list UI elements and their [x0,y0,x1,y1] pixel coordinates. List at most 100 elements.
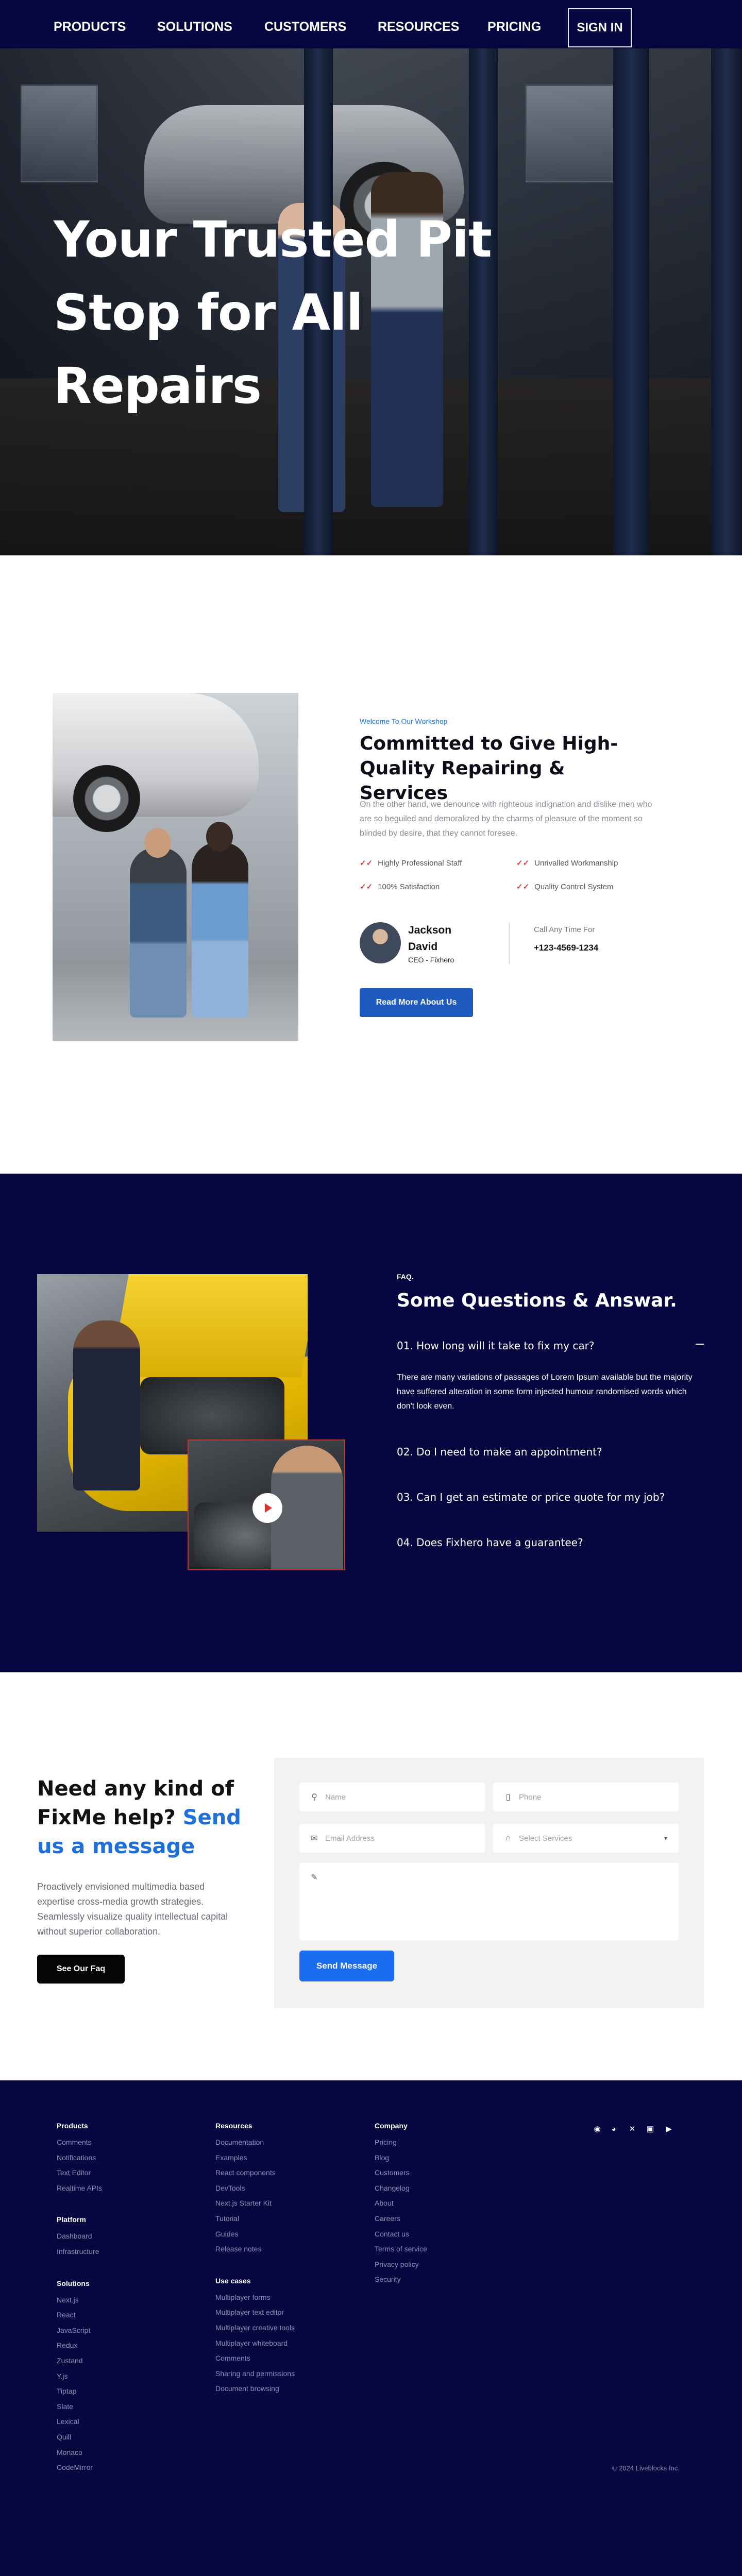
footer-link[interactable]: Comments [215,2351,295,2366]
footer-column-3: Company Pricing Blog Customers Changelog… [375,2122,427,2307]
faq-question[interactable]: 02. Do I need to make an appointment? [397,1446,602,1458]
discord-icon[interactable]: ◕ [609,2124,618,2133]
faq-title: Some Questions & Answar. [397,1290,677,1311]
nav-resources[interactable]: RESOURCES [378,20,459,35]
feature-label: Quality Control System [534,882,614,891]
collapse-icon[interactable] [696,1344,704,1345]
about-image [53,693,298,1041]
nav-pricing[interactable]: PRICING [487,20,541,35]
footer-link[interactable]: Pricing [375,2135,427,2150]
avatar [360,922,401,963]
footer-link[interactable]: Security [375,2272,427,2287]
footer-link[interactable]: Multiplayer text editor [215,2305,295,2320]
footer-link[interactable]: Customers [375,2165,427,2181]
footer-link[interactable]: Realtime APIs [57,2181,102,2196]
feature-label: Highly Professional Staff [378,858,462,868]
footer-link[interactable]: Careers [375,2211,427,2227]
phone-number-link[interactable]: +123-4569-1234 [534,943,598,953]
faq-video-thumbnail[interactable] [188,1439,345,1570]
hero-section: Your Trusted Pit Stop for All Repairs [0,48,742,555]
footer-link[interactable]: Release notes [215,2242,295,2257]
footer-group-solutions: Solutions Next.js React JavaScript Redux… [57,2279,102,2476]
divider [509,922,510,964]
play-icon [265,1503,272,1513]
footer-link[interactable]: Next.js [57,2293,102,2308]
feature-label: 100% Satisfaction [378,882,440,891]
footer-group-use-cases: Use cases Multiplayer forms Multiplayer … [215,2277,295,2397]
footer-link[interactable]: Terms of service [375,2242,427,2257]
footer-link[interactable]: Infrastructure [57,2244,102,2260]
send-message-button[interactable]: Send Message [299,1951,394,1981]
faq-section: FAQ. Some Questions & Answar. 01. How lo… [0,1174,742,1672]
footer-link[interactable]: Document browsing [215,2381,295,2397]
footer-link[interactable]: Slate [57,2399,102,2415]
footer-link[interactable]: Y.js [57,2369,102,2384]
footer-link[interactable]: Next.js Starter Kit [215,2196,295,2211]
footer-link[interactable]: Notifications [57,2150,102,2166]
youtube-icon[interactable]: ▶ [664,2124,673,2133]
footer-link[interactable]: Comments [57,2135,102,2150]
contact-text: Proactively envisioned multimedia based … [37,1882,228,1937]
linkedin-icon[interactable]: ▣ [646,2124,655,2133]
footer-heading: Resources [215,2122,252,2130]
hero-bg-window [21,84,98,182]
see-faq-button[interactable]: See Our Faq [37,1955,125,1984]
footer-link[interactable]: Monaco [57,2445,102,2461]
footer-group-resources: Resources Documentation Examples React c… [215,2122,295,2257]
footer-link[interactable]: Redux [57,2338,102,2353]
faq-question[interactable]: 01. How long will it take to fix my car? [397,1340,594,1352]
footer-link[interactable]: Changelog [375,2181,427,2196]
footer-link[interactable]: JavaScript [57,2323,102,2338]
faq-question[interactable]: 04. Does Fixhero have a guarantee? [397,1536,583,1549]
user-icon: ⚲ [311,1793,317,1802]
github-icon[interactable]: ◉ [593,2124,602,2133]
phone-icon: ▯ [505,1793,511,1802]
footer-link[interactable]: Dashboard [57,2229,102,2244]
footer-link[interactable]: Privacy policy [375,2257,427,2273]
footer-link[interactable]: Examples [215,2150,295,2166]
footer-link[interactable]: Zustand [57,2353,102,2369]
footer-link[interactable]: Multiplayer forms [215,2290,295,2306]
footer-link[interactable]: Quill [57,2430,102,2445]
footer-column-2: Resources Documentation Examples React c… [215,2122,295,2416]
footer-heading: Use cases [215,2276,251,2285]
name-placeholder: Name [325,1792,346,1802]
play-button[interactable] [252,1493,282,1523]
footer-link[interactable]: Blog [375,2150,427,2166]
footer-link[interactable]: Documentation [215,2135,295,2150]
footer-link[interactable]: Text Editor [57,2165,102,2181]
footer-link[interactable]: Contact us [375,2227,427,2242]
double-check-icon: ✓✓ [360,859,373,868]
email-field[interactable]: ✉ Email Address [299,1824,485,1853]
footer-link[interactable]: React [57,2308,102,2323]
footer-link[interactable]: Tiptap [57,2384,102,2399]
name-field[interactable]: ⚲ Name [299,1783,485,1811]
footer-link[interactable]: CodeMirror [57,2460,102,2476]
service-select[interactable]: ⌂ Select Services ▾ [493,1824,679,1853]
footer-link[interactable]: Tutorial [215,2211,295,2227]
footer-link[interactable]: Lexical [57,2414,102,2430]
mail-icon: ✉ [311,1834,318,1843]
about-img-man [130,848,187,1018]
faq-kicker: FAQ. [397,1273,414,1281]
phone-field[interactable]: ▯ Phone [493,1783,679,1811]
footer-link[interactable]: About [375,2196,427,2211]
message-field[interactable]: ✎ [299,1863,679,1940]
sign-in-button[interactable]: SIGN IN [568,8,632,47]
footer-link[interactable]: Sharing and permissions [215,2366,295,2382]
nav-customers[interactable]: CUSTOMERS [264,20,346,35]
x-icon[interactable]: ✕ [628,2124,637,2133]
email-placeholder: Email Address [325,1834,375,1843]
footer-link[interactable]: React components [215,2165,295,2181]
footer-link[interactable]: Guides [215,2227,295,2242]
faq-img-mechanic [73,1320,140,1490]
footer-link[interactable]: DevTools [215,2181,295,2196]
faq-question[interactable]: 03. Can I get an estimate or price quote… [397,1491,665,1503]
read-more-button[interactable]: Read More About Us [360,988,473,1017]
about-text: On the other hand, we denounce with righ… [360,800,652,838]
footer [0,2080,742,2576]
footer-link[interactable]: Multiplayer creative tools [215,2320,295,2336]
footer-link[interactable]: Multiplayer whiteboard [215,2336,295,2351]
nav-products[interactable]: PRODUCTS [54,20,126,35]
nav-solutions[interactable]: SOLUTIONS [157,20,232,35]
